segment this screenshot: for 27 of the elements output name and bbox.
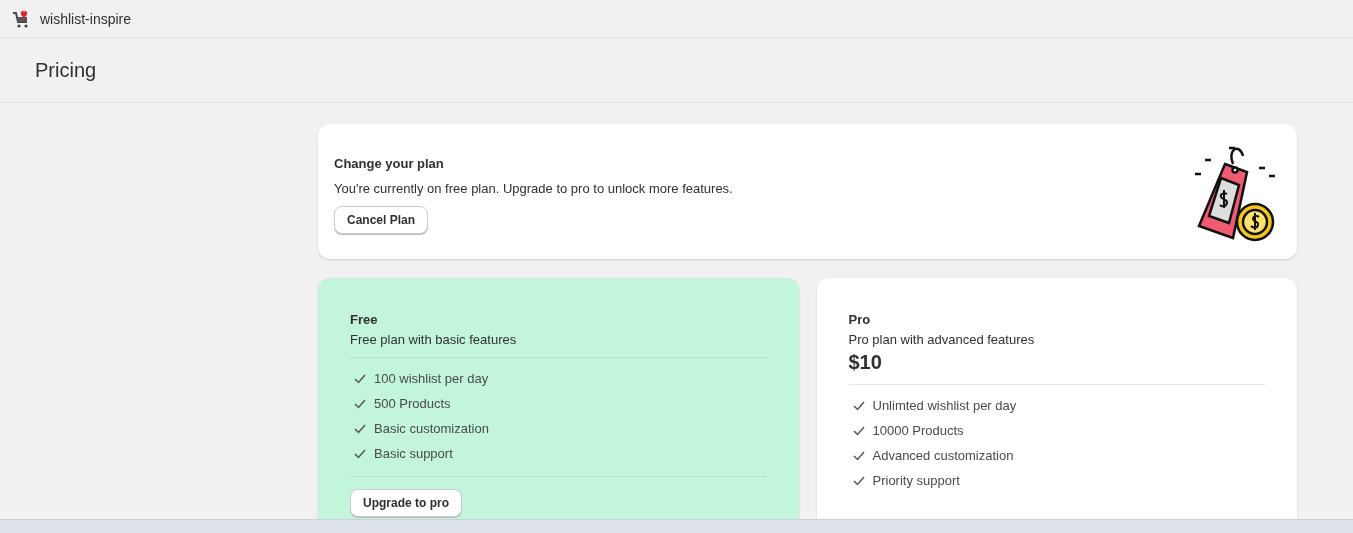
check-icon — [354, 373, 366, 384]
plan-name: Pro — [848, 312, 872, 327]
check-icon — [852, 425, 865, 436]
check-icon — [852, 450, 865, 461]
upgrade-button[interactable]: Upgrade to pro — [350, 489, 462, 517]
check-icon — [852, 400, 865, 411]
feature-text: Unlimted wishlist per day — [872, 398, 1017, 413]
plan-name: Free — [350, 312, 379, 327]
plan-price: $10 — [848, 351, 883, 374]
feature-text: Priority support — [872, 473, 960, 488]
feature-text: Basic support — [374, 446, 453, 461]
check-icon — [354, 423, 366, 434]
check-icon — [852, 475, 865, 486]
feature-text: 10000 Products — [872, 423, 964, 438]
page-title: Pricing — [35, 58, 97, 82]
feature-text: Basic customization — [374, 421, 489, 436]
app-title: wishlist-inspire — [40, 10, 132, 27]
check-icon — [354, 398, 366, 409]
check-icon — [354, 448, 366, 459]
cancel-plan-button[interactable]: Cancel Plan — [334, 205, 429, 234]
feature-text: 500 Products — [374, 396, 451, 411]
plan-description: Free plan with basic features — [350, 332, 518, 347]
banner-text: You're currently on free plan. Upgrade to pro to unlock more features. — [334, 180, 733, 196]
plan-description: Pro plan with advanced features — [848, 332, 1036, 347]
feature-text: 100 wishlist per day — [374, 371, 489, 386]
feature-text: Advanced customization — [872, 448, 1014, 463]
banner-title: Change your plan — [334, 155, 445, 171]
